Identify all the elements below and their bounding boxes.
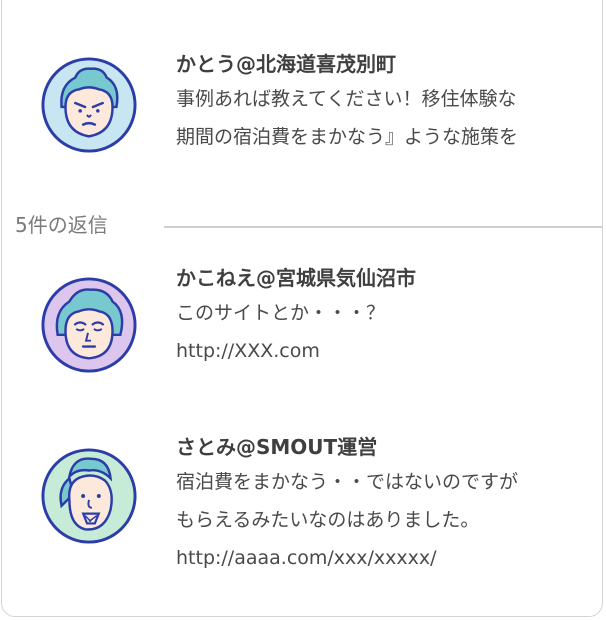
comment-thread-card: かとう@北海道喜茂別町 事例あれば教えてください！移住体験な 期間の宿泊費をまか… — [1, 0, 603, 617]
comment-body: さとみ@SMOUT運営 宿泊費をまかなう・・ではないのですが もらえるみたいなの… — [176, 431, 602, 577]
woman-avatar-icon[interactable] — [40, 447, 138, 545]
man-avatar-icon[interactable] — [40, 56, 138, 154]
comment-link[interactable]: http://aaaa.com/xxx/xxxxx/ — [176, 539, 602, 577]
comment-author[interactable]: かこねえ@宮城県気仙沼市 — [176, 262, 602, 294]
comment-author[interactable]: かとう@北海道喜茂別町 — [176, 48, 602, 80]
replies-divider — [164, 226, 602, 228]
replies-count-label[interactable]: 5件の返信 — [15, 208, 108, 242]
comment-text-line: 期間の宿泊費をまかなう』ような施策を — [176, 126, 519, 148]
comment-body: かとう@北海道喜茂別町 事例あれば教えてください！移住体験な 期間の宿泊費をまか… — [176, 48, 602, 156]
comment-text-line: 事例あれば教えてください！移住体験な — [176, 88, 517, 110]
comment-text-line: 宿泊費をまかなう・・ではないのですが — [176, 471, 519, 493]
comment-text-line: このサイトとか・・・？ — [176, 302, 386, 324]
comment-author[interactable]: さとみ@SMOUT運営 — [176, 431, 602, 463]
woman-avatar-icon[interactable] — [40, 276, 138, 374]
comment-body: かこねえ@宮城県気仙沼市 このサイトとか・・・？ http://XXX.com — [176, 262, 602, 370]
comment-link[interactable]: http://XXX.com — [176, 332, 602, 370]
replies-toggle[interactable]: 5件の返信 — [2, 208, 602, 242]
comment-text-line: もらえるみたいなのはありました。 — [176, 509, 480, 531]
